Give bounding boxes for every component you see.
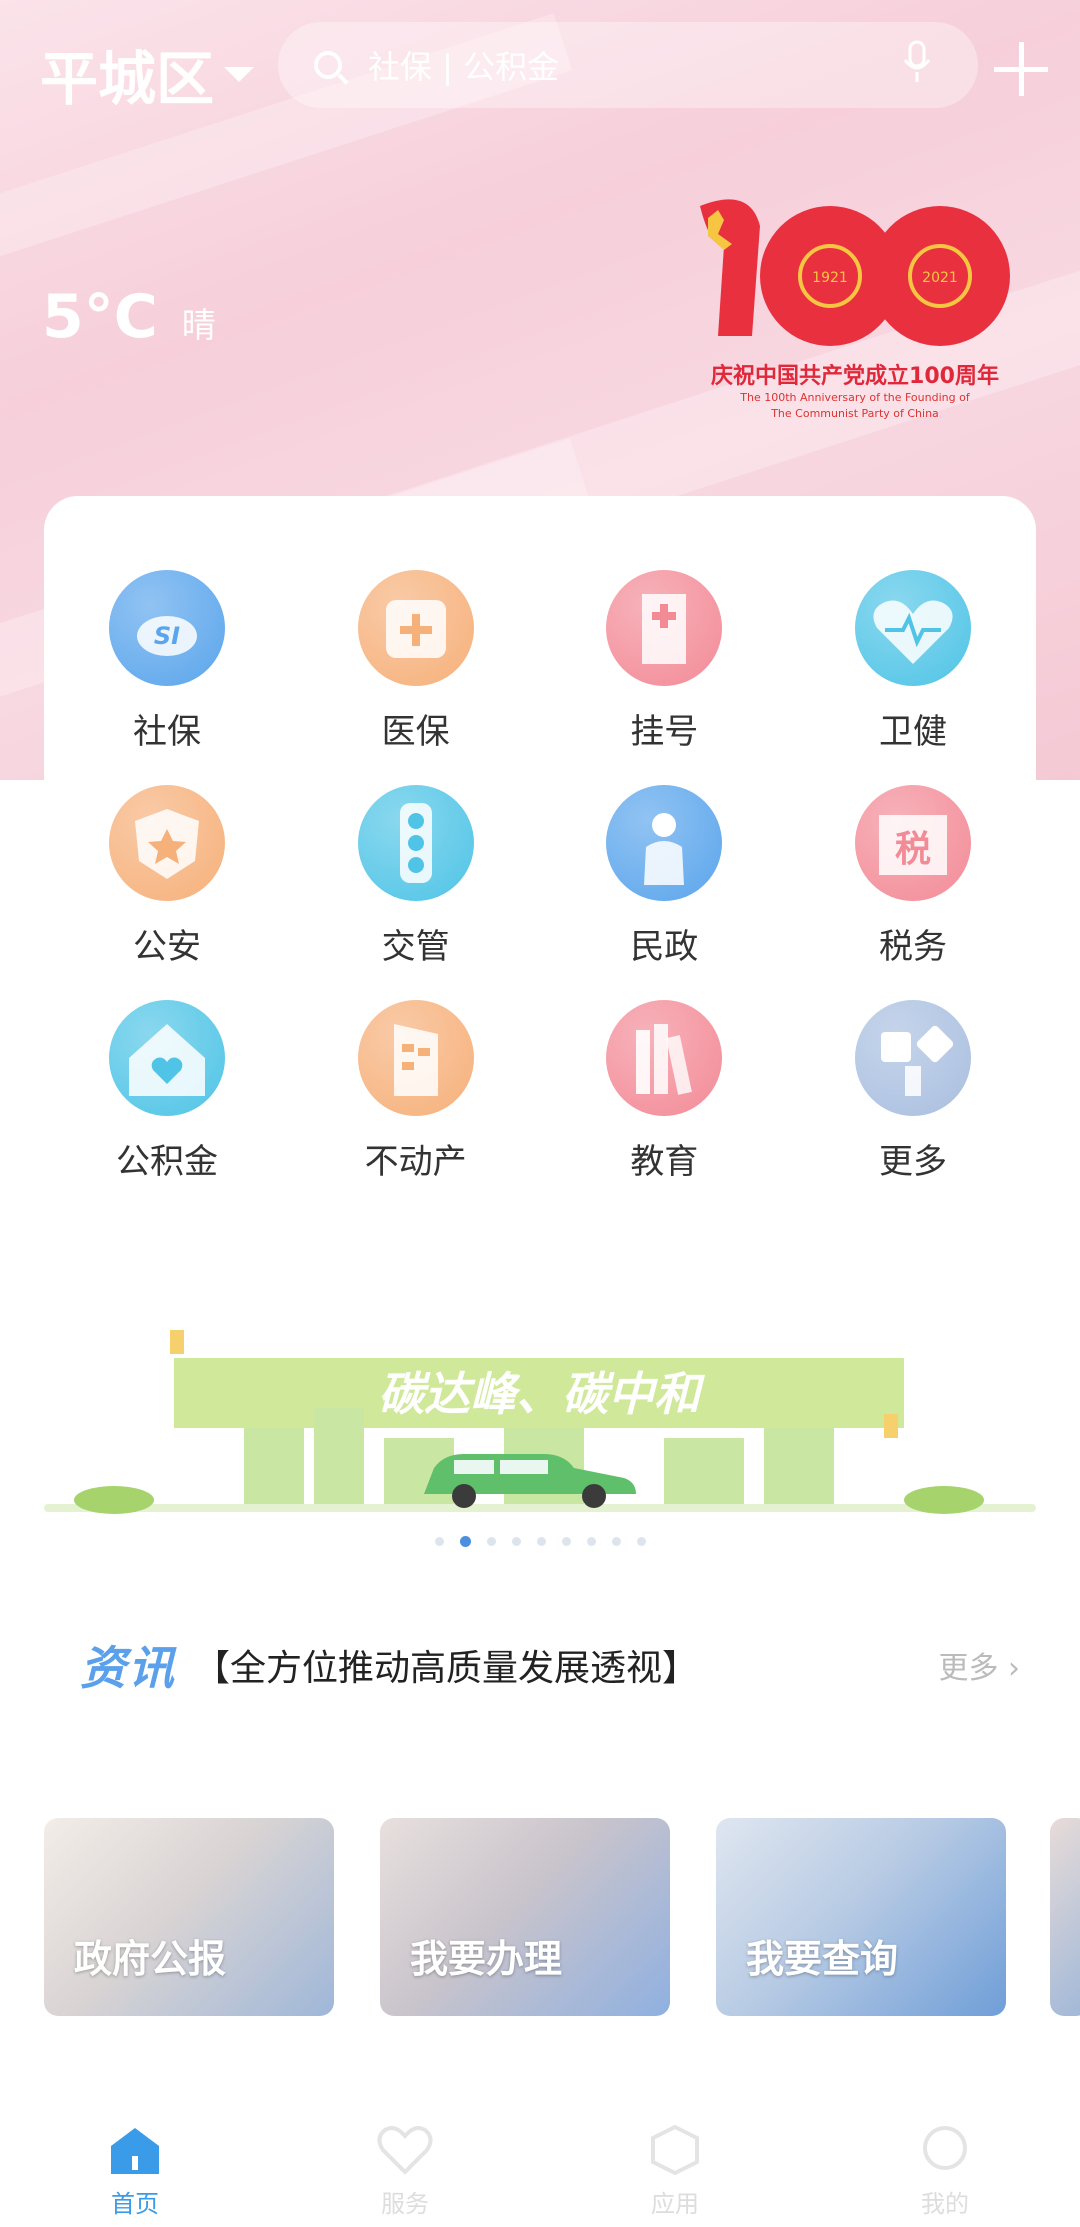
hospital-icon (606, 570, 723, 686)
carousel-dot[interactable] (536, 1537, 546, 1546)
service-person[interactable]: 民政 (541, 785, 787, 968)
more-shapes-icon (854, 1000, 971, 1116)
carousel-dot[interactable] (611, 1537, 621, 1546)
carousel-dot[interactable] (636, 1537, 646, 1546)
heart-icon (377, 2126, 433, 2175)
service-label: 卫健 (878, 712, 947, 752)
search-bar[interactable]: 社保 | 公积金 (278, 22, 978, 108)
building-icon (357, 1000, 474, 1116)
tab-apps[interactable]: 应用 (540, 2100, 810, 2227)
card-handle[interactable]: 我要办理 (380, 1818, 670, 2016)
service-heart-pulse[interactable]: 卫健 (790, 570, 1036, 753)
person-icon (606, 785, 723, 901)
carousel-dot[interactable] (459, 1536, 471, 1547)
carousel-dot[interactable] (511, 1537, 521, 1546)
svg-text:税: 税 (895, 829, 931, 870)
service-label: 教育 (630, 1142, 699, 1182)
service-police-badge[interactable]: 公安 (44, 785, 290, 968)
service-more-shapes[interactable]: 更多 (790, 1000, 1036, 1183)
service-label: 医保 (381, 712, 450, 752)
news-brand: 资讯 (80, 1641, 176, 1695)
svg-text:SI: SI (154, 622, 180, 650)
service-house-heart[interactable]: 公积金 (44, 1000, 290, 1183)
weather-widget: 5°C 晴 (42, 282, 216, 352)
service-label: 交管 (381, 927, 450, 967)
card-query[interactable]: 我要查询 (716, 1818, 1006, 2016)
service-label: 更多 (878, 1142, 947, 1182)
tab-label: 应用 (651, 2190, 699, 2218)
service-building[interactable]: 不动产 (293, 1000, 539, 1183)
service-label: 不动产 (364, 1142, 467, 1182)
card-label: 政府公报 (74, 1937, 227, 1981)
cube-icon (651, 2124, 699, 2176)
tab-home[interactable]: 首页 (0, 2100, 270, 2227)
search-placeholder: 社保 | 公积金 (368, 48, 560, 86)
card-label: 我要办理 (410, 1937, 563, 1981)
quick-cards: 政府公报 我要办理 我要查询 (44, 1818, 1080, 2018)
district-label: 平城区 (40, 45, 215, 113)
weather-condition: 晴 (181, 306, 216, 346)
card-next-partial[interactable] (1050, 1818, 1080, 2016)
anniversary-sub-line-2: The Communist Party of China (771, 407, 939, 420)
anniversary-subtitle: The 100th Anniversary of the Founding of… (690, 390, 1020, 422)
carousel-dot[interactable] (561, 1537, 571, 1546)
tab-mine[interactable]: 我的 (810, 2100, 1080, 2227)
tab-service[interactable]: 服务 (270, 2100, 540, 2227)
services-panel: SI 社保 医保 挂号 卫健公安 交管 民政 税税务公积金 不动产 教育 更多 (44, 496, 1036, 1206)
anniversary-caption: 庆祝中国共产党成立100周年 (711, 364, 999, 389)
tab-label: 首页 (111, 2190, 159, 2218)
service-tax[interactable]: 税税务 (790, 785, 1036, 968)
police-badge-icon (109, 785, 225, 901)
city-car-illustration-icon: 碳达峰、碳中和 (44, 1330, 1036, 1514)
service-hospital[interactable]: 挂号 (541, 570, 787, 753)
card-label: 我要查询 (746, 1937, 899, 1981)
service-medical-insurance[interactable]: 医保 (293, 570, 539, 753)
carousel-indicator (0, 1536, 1080, 1547)
year-end: 2021 (922, 270, 958, 286)
temperature: 5°C (42, 282, 158, 352)
house-heart-icon (109, 1000, 225, 1116)
news-more-label: 更多 (938, 1651, 999, 1686)
service-label: 社保 (133, 712, 201, 752)
home-icon (111, 2128, 159, 2174)
books-icon (606, 1000, 723, 1116)
tax-icon: 税 (854, 785, 971, 901)
news-bar[interactable]: 资讯 【全方位推动高质量发展透视】 更多 › (80, 1630, 1020, 1700)
anniversary-logo: 1921 2021 庆祝中国共产党成立100周年 The 100th Anniv… (690, 186, 1020, 426)
carousel-dot[interactable] (586, 1537, 596, 1546)
services-grid: SI 社保 医保 挂号 卫健公安 交管 民政 税税务公积金 不动产 教育 更多 (44, 570, 1036, 1183)
party-100-emblem-icon: 1921 2021 (700, 199, 1010, 346)
heart-pulse-icon (854, 570, 971, 686)
service-label: 民政 (630, 927, 699, 967)
district-selector[interactable]: 平城区 (40, 32, 255, 116)
medical-insurance-icon (357, 570, 474, 686)
carousel-dot[interactable] (486, 1537, 496, 1546)
tab-label: 我的 (921, 2190, 969, 2218)
tab-label: 服务 (381, 2190, 429, 2218)
bottom-tab-bar: 首页 服务 应用 我的 (0, 2100, 1080, 2227)
service-label: 公安 (133, 927, 201, 967)
carousel-dot[interactable] (434, 1537, 444, 1546)
card-gov-bulletin[interactable]: 政府公报 (44, 1818, 334, 2016)
anniversary-sub-line-1: The 100th Anniversary of the Founding of (740, 391, 970, 404)
news-headline[interactable]: 【全方位推动高质量发展透视】 (194, 1639, 938, 1691)
social-security-icon: SI (109, 570, 225, 686)
profile-icon (923, 2126, 967, 2170)
microphone-icon[interactable] (902, 40, 932, 84)
service-label: 公积金 (116, 1142, 218, 1182)
traffic-light-icon (357, 785, 474, 901)
service-label: 税务 (878, 927, 947, 967)
search-icon (314, 51, 342, 79)
service-books[interactable]: 教育 (541, 1000, 787, 1183)
service-traffic-light[interactable]: 交管 (293, 785, 539, 968)
banner-text: 碳达峰、碳中和 (378, 1367, 706, 1421)
year-start: 1921 (812, 270, 848, 286)
service-social-security[interactable]: SI 社保 (44, 570, 290, 753)
service-label: 挂号 (630, 712, 699, 752)
chevron-down-icon (224, 66, 255, 82)
add-icon[interactable] (994, 42, 1048, 96)
carbon-neutral-banner[interactable]: 碳达峰、碳中和 (44, 1318, 1036, 1518)
news-more-link[interactable]: 更多 › (938, 1643, 1020, 1687)
